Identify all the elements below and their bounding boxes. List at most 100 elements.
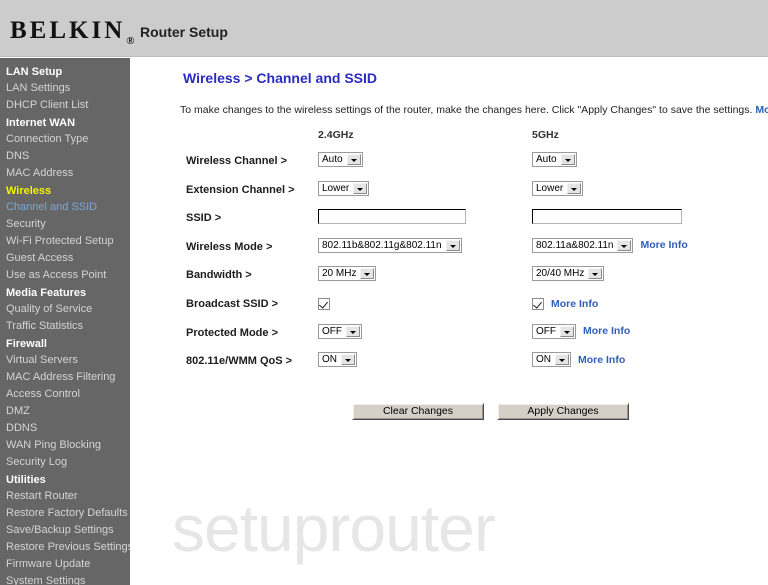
row-label-protected-mode-: Protected Mode >	[186, 326, 278, 339]
select-24ghz-1[interactable]: Lower	[318, 180, 370, 196]
sidebar-nav[interactable]: LAN Setup LAN Settings DHCP Client List Int…	[0, 58, 130, 585]
sidebar-item-mac-address[interactable]: MAC Address	[0, 165, 130, 182]
clear-changes-button[interactable]: Clear Changes	[352, 403, 484, 420]
chevron-down-icon[interactable]	[567, 182, 582, 194]
sidebar-item-quality-of-service[interactable]: Quality of Service	[0, 301, 130, 318]
sidebar-item-dns[interactable]: DNS	[0, 148, 130, 165]
more-info-link-5ghz-6[interactable]: More Info	[583, 325, 630, 337]
sidebar-item-channel-and-ssid[interactable]: Channel and SSID	[0, 199, 130, 216]
page-description: To make changes to the wireless settings…	[180, 104, 768, 117]
chevron-down-icon[interactable]	[560, 325, 574, 337]
select-24ghz-0[interactable]: Auto	[318, 152, 363, 167]
sidebar-item-wi-fi-protected-setup[interactable]: Wi-Fi Protected Setup	[0, 233, 130, 250]
row-label-802-11e-wmm-qos-: 802.11e/WMM QoS >	[186, 355, 293, 368]
select-5ghz-6[interactable]: OFF	[532, 323, 576, 339]
sidebar-item-guest-access[interactable]: Guest Access	[0, 250, 130, 267]
select-value: OFF	[536, 325, 556, 337]
sidebar-item-lan-settings[interactable]: LAN Settings	[0, 80, 130, 97]
more-info-link-5ghz-5[interactable]: More Info	[551, 298, 598, 310]
row-label-ssid-: SSID >	[186, 212, 222, 225]
select-24ghz-3[interactable]: 802.11b&802.11g&802.11n	[318, 237, 462, 253]
select-5ghz-1[interactable]: Lower	[532, 180, 584, 196]
chevron-down-icon[interactable]	[346, 154, 361, 165]
more-info-link-header[interactable]: More Info	[755, 104, 768, 116]
sidebar-item-firmware-update[interactable]: Firmware Update	[0, 556, 130, 573]
watermark: setuprouter	[172, 491, 496, 565]
ssid-input-5ghz[interactable]	[532, 209, 682, 225]
select-5ghz-3[interactable]: 802.11a&802.11n	[532, 237, 634, 253]
sidebar-item-connection-type[interactable]: Connection Type	[0, 131, 130, 148]
apply-changes-button[interactable]: Apply Changes	[497, 403, 629, 420]
sidebar-item-restore-factory-defaults[interactable]: Restore Factory Defaults	[0, 505, 130, 522]
settings-row: Protected Mode > OFF OFF More Info	[130, 323, 768, 351]
row-label-wireless-mode-: Wireless Mode >	[186, 240, 273, 253]
chevron-down-icon[interactable]	[560, 154, 575, 165]
sidebar-group-internet-wan[interactable]: Internet WAN	[0, 114, 130, 131]
broadcast-ssid-checkbox-5ghz[interactable]	[532, 298, 544, 311]
select-5ghz-7[interactable]: ON	[532, 352, 571, 368]
registered-trademark-icon: ®	[126, 35, 135, 47]
sidebar-item-restore-previous-settings[interactable]: Restore Previous Settings	[0, 539, 130, 556]
row-label-broadcast-ssid-: Broadcast SSID >	[186, 298, 279, 310]
select-value: Auto	[536, 154, 557, 165]
select-value: ON	[322, 354, 337, 366]
sidebar-item-dmz[interactable]: DMZ	[0, 403, 130, 420]
form-actions: Clear Changes Apply Changes	[130, 403, 768, 423]
sidebar-item-save-backup-settings[interactable]: Save/Backup Settings	[0, 522, 130, 539]
row-label-bandwidth-: Bandwidth >	[186, 269, 252, 282]
ssid-input-24ghz[interactable]	[318, 209, 466, 225]
more-info-link-5ghz-7[interactable]: More Info	[578, 354, 625, 366]
more-info-link-5ghz-3[interactable]: More Info	[640, 239, 687, 251]
sidebar-group-wireless[interactable]: Wireless	[0, 182, 130, 199]
chevron-down-icon[interactable]	[588, 268, 603, 280]
chevron-down-icon[interactable]	[360, 268, 375, 280]
sidebar-group-lan-setup[interactable]: LAN Setup	[0, 63, 130, 80]
broadcast-ssid-checkbox-24ghz[interactable]	[318, 298, 330, 311]
sidebar-item-system-settings[interactable]: System Settings	[0, 573, 130, 585]
control-24ghz: Auto	[318, 152, 363, 167]
sidebar-item-use-as-access-point[interactable]: Use as Access Point	[0, 267, 130, 284]
sidebar-item-ddns[interactable]: DDNS	[0, 420, 130, 437]
sidebar-item-dhcp-client-list[interactable]: DHCP Client List	[0, 97, 130, 114]
band-header-5ghz: 5GHz	[532, 129, 559, 141]
control-5ghz: More Info	[532, 298, 598, 311]
row-label-extension-channel-: Extension Channel >	[186, 183, 295, 196]
select-value: Lower	[536, 182, 564, 194]
sidebar-item-mac-address-filtering[interactable]: MAC Address Filtering	[0, 369, 130, 386]
chevron-down-icon[interactable]	[445, 239, 460, 251]
chevron-down-icon[interactable]	[555, 354, 569, 366]
select-24ghz-6[interactable]: OFF	[318, 323, 362, 339]
sidebar-item-wan-ping-blocking[interactable]: WAN Ping Blocking	[0, 437, 130, 454]
sidebar-group-firewall[interactable]: Firewall	[0, 335, 130, 352]
chevron-down-icon[interactable]	[353, 182, 368, 194]
sidebar-item-virtual-servers[interactable]: Virtual Servers	[0, 352, 130, 369]
control-5ghz: OFF More Info	[532, 323, 630, 339]
sidebar-item-security[interactable]: Security	[0, 216, 130, 233]
sidebar-item-restart-router[interactable]: Restart Router	[0, 488, 130, 505]
select-24ghz-4[interactable]: 20 MHz	[318, 266, 377, 282]
sidebar-group-utilities[interactable]: Utilities	[0, 471, 130, 488]
control-5ghz: Lower	[532, 180, 584, 196]
settings-row: Wireless Mode > 802.11b&802.11g&802.11n 80…	[130, 237, 768, 265]
belkin-logo: BELKIN®	[10, 17, 134, 47]
select-value: 20 MHz	[322, 268, 357, 280]
sidebar-group-media-features[interactable]: Media Features	[0, 284, 130, 301]
page-description-text: To make changes to the wireless settings…	[180, 104, 753, 116]
app-title: Router Setup	[140, 24, 228, 40]
sidebar-item-security-log[interactable]: Security Log	[0, 454, 130, 471]
settings-row: SSID >	[130, 208, 768, 236]
select-value: 802.11b&802.11g&802.11n	[322, 239, 442, 251]
select-5ghz-0[interactable]: Auto	[532, 152, 577, 167]
control-5ghz	[532, 209, 682, 225]
select-value: 802.11a&802.11n	[536, 239, 614, 251]
control-24ghz: OFF	[318, 323, 362, 339]
chevron-down-icon[interactable]	[341, 354, 355, 366]
select-24ghz-7[interactable]: ON	[318, 352, 357, 368]
chevron-down-icon[interactable]	[346, 325, 360, 337]
sidebar-item-access-control[interactable]: Access Control	[0, 386, 130, 403]
control-24ghz: 802.11b&802.11g&802.11n	[318, 237, 462, 253]
sidebar-item-traffic-statistics[interactable]: Traffic Statistics	[0, 318, 130, 335]
select-value: Auto	[322, 154, 343, 165]
chevron-down-icon[interactable]	[617, 239, 632, 251]
select-5ghz-4[interactable]: 20/40 MHz	[532, 266, 605, 282]
